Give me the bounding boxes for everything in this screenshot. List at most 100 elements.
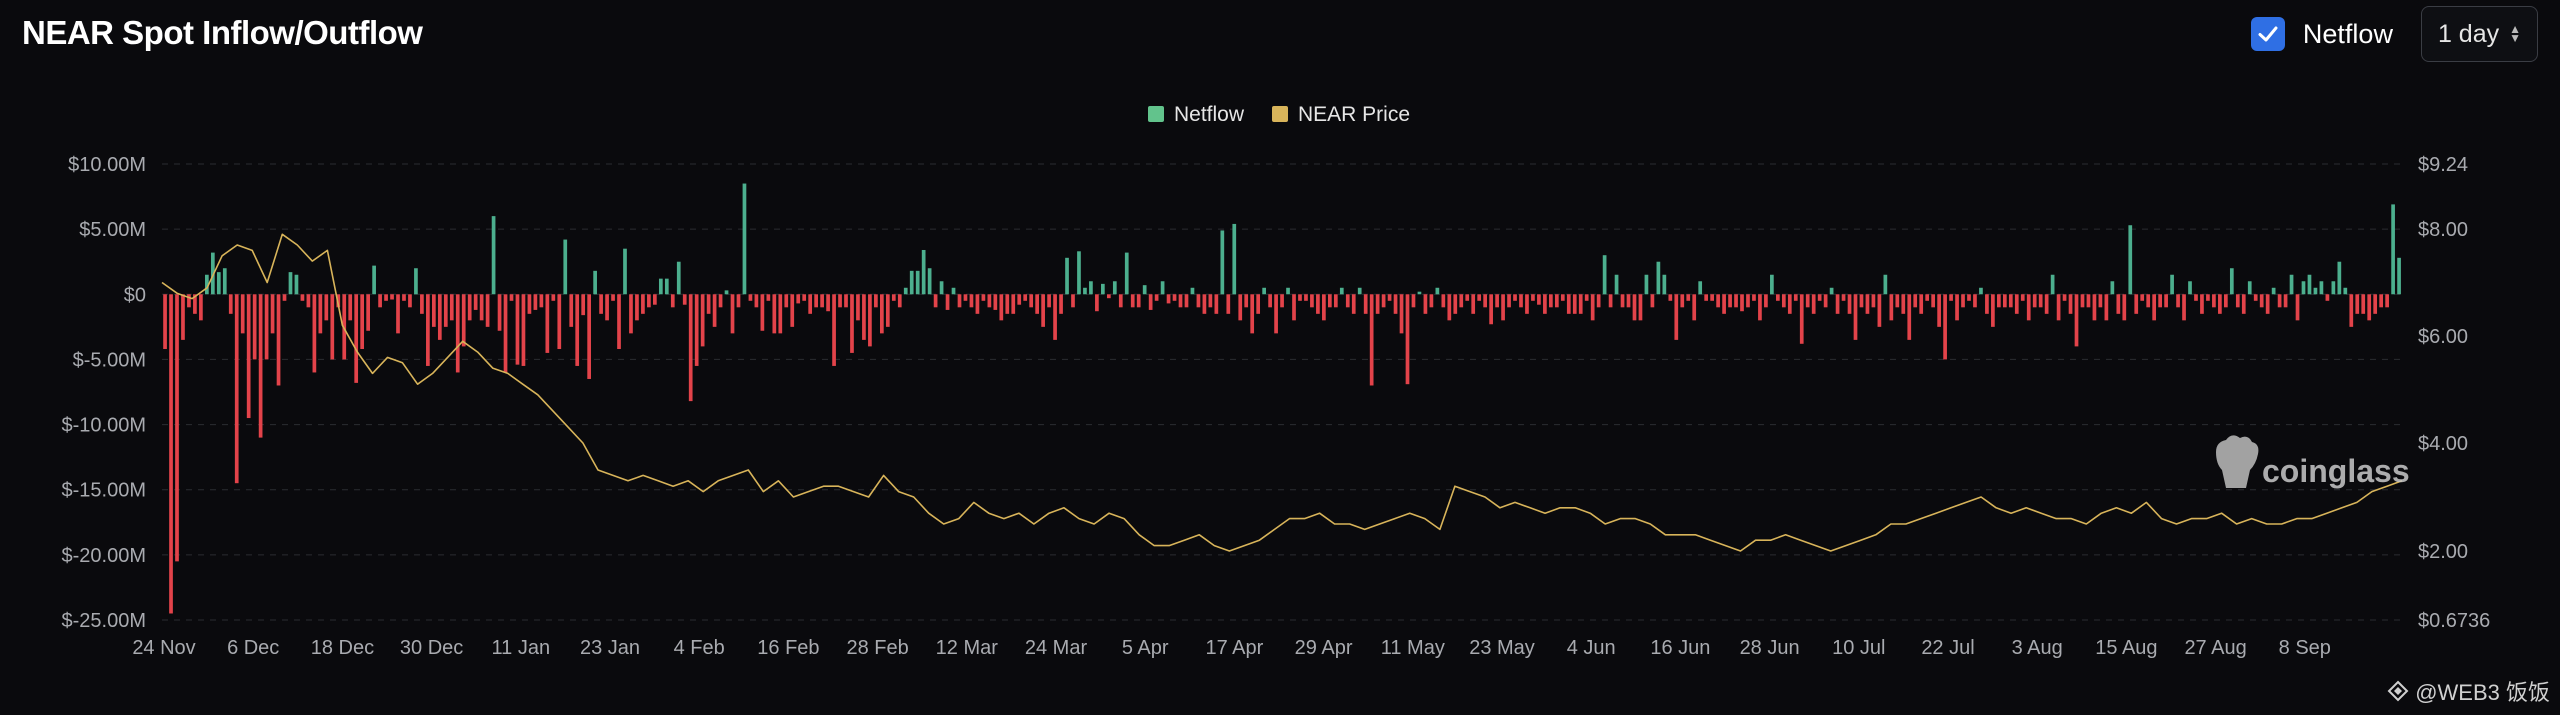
netflow-bar <box>712 294 717 327</box>
netflow-bar <box>575 294 580 366</box>
netflow-bar <box>581 294 586 316</box>
netflow-bar <box>1686 294 1691 301</box>
netflow-bar <box>348 294 353 321</box>
netflow-bar <box>2032 294 2037 308</box>
netflow-bar <box>1501 294 1505 321</box>
right-tick-label: $2.00 <box>2418 541 2468 563</box>
netflow-bar <box>252 294 257 360</box>
netflow-bar <box>545 294 550 353</box>
netflow-bar <box>1005 294 1010 314</box>
netflow-bar <box>1734 294 1738 308</box>
x-tick-label: 12 Mar <box>936 637 999 659</box>
netflow-bar <box>294 274 299 295</box>
netflow-bar <box>2295 294 2300 321</box>
netflow-bar <box>1656 261 1661 295</box>
netflow-bar <box>802 294 807 301</box>
netflow-bar <box>784 294 789 308</box>
netflow-bar <box>862 294 866 340</box>
netflow-bar <box>354 294 359 383</box>
netflow-bar <box>1698 281 1703 295</box>
netflow-bar <box>306 294 311 308</box>
netflow-bar <box>1095 294 1099 312</box>
netflow-bar <box>617 294 621 350</box>
netflow-bar <box>2110 281 2115 295</box>
netflow-bar <box>670 294 675 308</box>
left-tick-label: $-5.00M <box>73 349 146 371</box>
netflow-bar <box>856 294 860 321</box>
netflow-bar <box>629 294 633 334</box>
x-tick-label: 28 Feb <box>846 637 908 659</box>
netflow-bar <box>270 294 275 334</box>
netflow-bar <box>1495 294 1499 308</box>
netflow-bar <box>1250 294 1255 334</box>
netflow-bar <box>1214 294 1219 314</box>
netflow-bar <box>1465 294 1470 301</box>
netflow-bar <box>2026 294 2031 321</box>
netflow-bar <box>282 294 287 301</box>
netflow-bar <box>2188 281 2192 295</box>
netflow-bar <box>587 294 592 379</box>
netflow-bar <box>2379 294 2384 308</box>
netflow-bar <box>360 294 365 350</box>
legend-swatch <box>1148 106 1164 122</box>
netflow-bar <box>1602 255 1607 295</box>
netflow-bar <box>1519 294 1523 308</box>
netflow-bar <box>933 294 938 308</box>
netflow-bar <box>258 294 263 438</box>
netflow-bar <box>2212 294 2216 308</box>
netflow-bar <box>199 294 203 321</box>
netflow-bar <box>521 294 526 366</box>
x-tick-label: 4 Jun <box>1567 637 1616 659</box>
netflow-bar <box>1423 294 1428 314</box>
netflow-bar <box>2014 294 2019 314</box>
netflow-bar <box>2241 294 2246 314</box>
netflow-bar <box>384 294 388 301</box>
netflow-bar <box>2164 294 2168 308</box>
netflow-bar <box>1620 294 1625 308</box>
x-tick-label: 11 May <box>1381 637 1445 659</box>
netflow-bar <box>1746 294 1750 308</box>
netflow-bar <box>1148 294 1153 310</box>
netflow-bar <box>1011 294 1016 314</box>
x-tick-label: 16 Jun <box>1650 637 1710 659</box>
netflow-bar <box>2182 294 2186 321</box>
netflow-bar <box>1704 294 1709 301</box>
netflow-bar <box>2128 225 2133 295</box>
netflow-bar <box>724 290 729 295</box>
netflow-bar <box>1841 294 1846 301</box>
netflow-bar <box>2349 294 2354 327</box>
netflow-bar <box>2218 294 2222 314</box>
netflow-bar <box>1369 294 1374 386</box>
netflow-bar <box>1937 294 1941 327</box>
netflow-bar <box>1208 294 1213 308</box>
netflow-bar <box>1722 294 1726 314</box>
netflow-bar <box>2253 294 2258 301</box>
netflow-bar <box>1447 294 1452 321</box>
netflow-bar <box>874 294 878 308</box>
netflow-bar <box>240 294 245 334</box>
netflow-bar <box>718 294 723 308</box>
x-tick-label: 5 Apr <box>1122 637 1169 659</box>
netflow-bar <box>1459 294 1464 308</box>
netflow-bar <box>694 294 699 366</box>
netflow-bar <box>539 294 544 308</box>
netflow-bar <box>2337 261 2342 295</box>
netflow-bar <box>1089 281 1093 295</box>
netflow-bar <box>1017 294 1022 305</box>
netflow-bar <box>1913 294 1918 308</box>
x-tick-label: 15 Aug <box>2095 637 2157 659</box>
netflow-bar <box>1560 294 1565 301</box>
netflow-bar <box>999 294 1004 321</box>
netflow-bar <box>551 294 556 301</box>
x-tick-label: 24 Nov <box>132 637 195 659</box>
netflow-bar <box>1023 294 1028 301</box>
netflow-bar <box>1811 294 1816 314</box>
netflow-bar <box>676 261 681 295</box>
netflow-bar <box>1596 294 1601 308</box>
netflow-bar <box>491 216 496 295</box>
netflow-bar <box>1758 294 1762 321</box>
netflow-bar <box>312 294 317 373</box>
netflow-bar <box>473 294 478 310</box>
netflow-bar <box>1280 294 1284 308</box>
netflow-bar <box>1065 257 1069 295</box>
